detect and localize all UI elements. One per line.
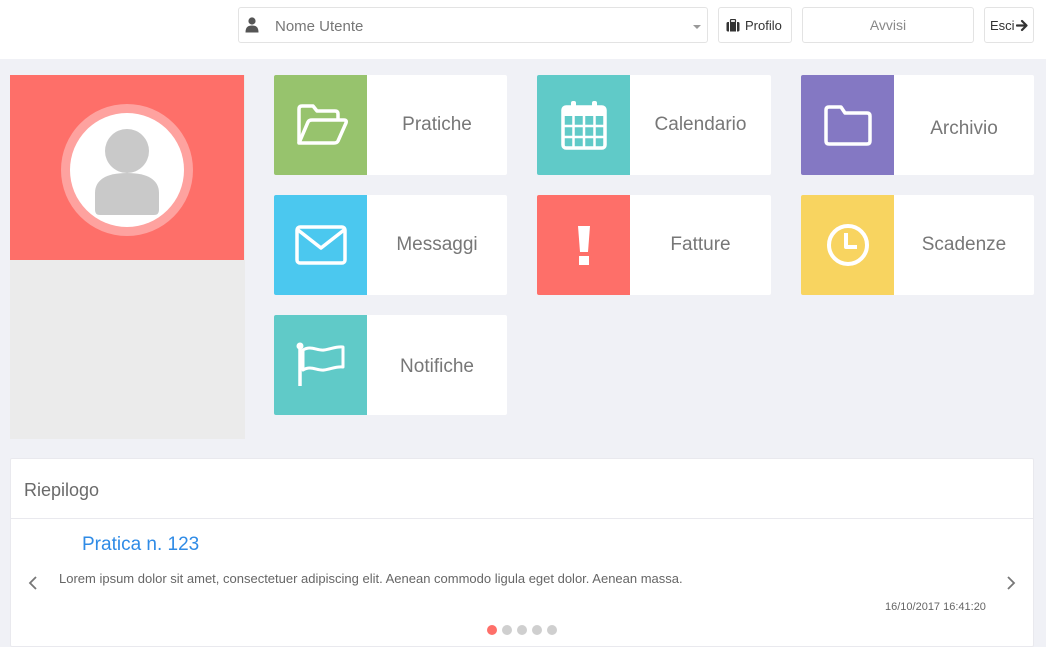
top-bar: Nome Utente Profilo Avvisi Esci (0, 0, 1046, 59)
carousel-dot[interactable] (547, 625, 557, 635)
tile-fatture-icon-box (537, 195, 630, 295)
chevron-down-icon (693, 25, 701, 29)
summary-title: Riepilogo (24, 480, 100, 500)
tile-scadenze-icon-box (801, 195, 894, 295)
carousel-dot[interactable] (487, 625, 497, 635)
tile-archivio-label: Archivio (930, 118, 998, 139)
tile-calendario-icon-box (537, 75, 630, 175)
tile-notifiche[interactable]: Notifiche (274, 315, 507, 415)
arrow-right-icon (1016, 19, 1028, 32)
chevron-right-icon[interactable] (1005, 575, 1017, 591)
tile-pratiche-icon-box (274, 75, 367, 175)
avatar-image (70, 113, 184, 227)
clock-icon (826, 224, 869, 266)
folder-icon (823, 105, 872, 146)
chevron-left-icon[interactable] (27, 575, 39, 591)
tile-calendario-label: Calendario (654, 114, 747, 135)
summary-header: Riepilogo (11, 459, 1033, 519)
notices-field[interactable]: Avvisi (802, 7, 974, 43)
carousel-indicators (487, 625, 557, 635)
tile-notifiche-icon-box (274, 315, 367, 415)
calendar-icon (560, 101, 607, 150)
tile-calendario[interactable]: Calendario (537, 75, 771, 175)
tile-scadenze[interactable]: Scadenze (801, 195, 1034, 295)
user-select[interactable]: Nome Utente (238, 7, 708, 43)
tile-pratiche[interactable]: Pratiche (274, 75, 507, 175)
tile-messaggi[interactable]: Messaggi (274, 195, 507, 295)
summary-panel: Riepilogo Pratica n. 123 Lorem ipsum dol… (10, 458, 1034, 647)
avatar[interactable] (61, 104, 193, 236)
logout-button-label: Esci (990, 18, 1015, 33)
profile-header (10, 75, 244, 260)
carousel-dot[interactable] (517, 625, 527, 635)
profile-card (10, 75, 245, 439)
tile-pratiche-label: Pratiche (402, 114, 472, 135)
summary-item-text: Lorem ipsum dolor sit amet, consectetuer… (59, 571, 683, 586)
tile-notifiche-label: Notifiche (400, 356, 474, 377)
carousel-dot[interactable] (532, 625, 542, 635)
tile-messaggi-icon-box (274, 195, 367, 295)
tile-messaggi-label: Messaggi (396, 234, 478, 255)
envelope-icon (294, 225, 347, 265)
user-avatar-icon (95, 129, 159, 215)
user-icon (245, 17, 259, 33)
tile-archivio[interactable]: Archivio (801, 75, 1034, 175)
tile-fatture-label: Fatture (670, 234, 731, 255)
tile-scadenze-label: Scadenze (921, 234, 1007, 255)
carousel-dot[interactable] (502, 625, 512, 635)
user-select-placeholder: Nome Utente (275, 18, 364, 35)
profile-button-label: Profilo (745, 18, 782, 33)
folder-open-icon (296, 104, 348, 145)
summary-item-title[interactable]: Pratica n. 123 (82, 534, 199, 556)
tile-fatture[interactable]: Fatture (537, 195, 771, 295)
flag-icon (296, 342, 344, 386)
summary-item-date: 16/10/2017 16:41:20 (885, 601, 986, 613)
exclamation-icon (577, 226, 590, 265)
briefcase-icon (726, 19, 740, 32)
logout-button[interactable]: Esci (984, 7, 1034, 43)
profile-button[interactable]: Profilo (718, 7, 792, 43)
tile-archivio-icon-box (801, 75, 894, 175)
